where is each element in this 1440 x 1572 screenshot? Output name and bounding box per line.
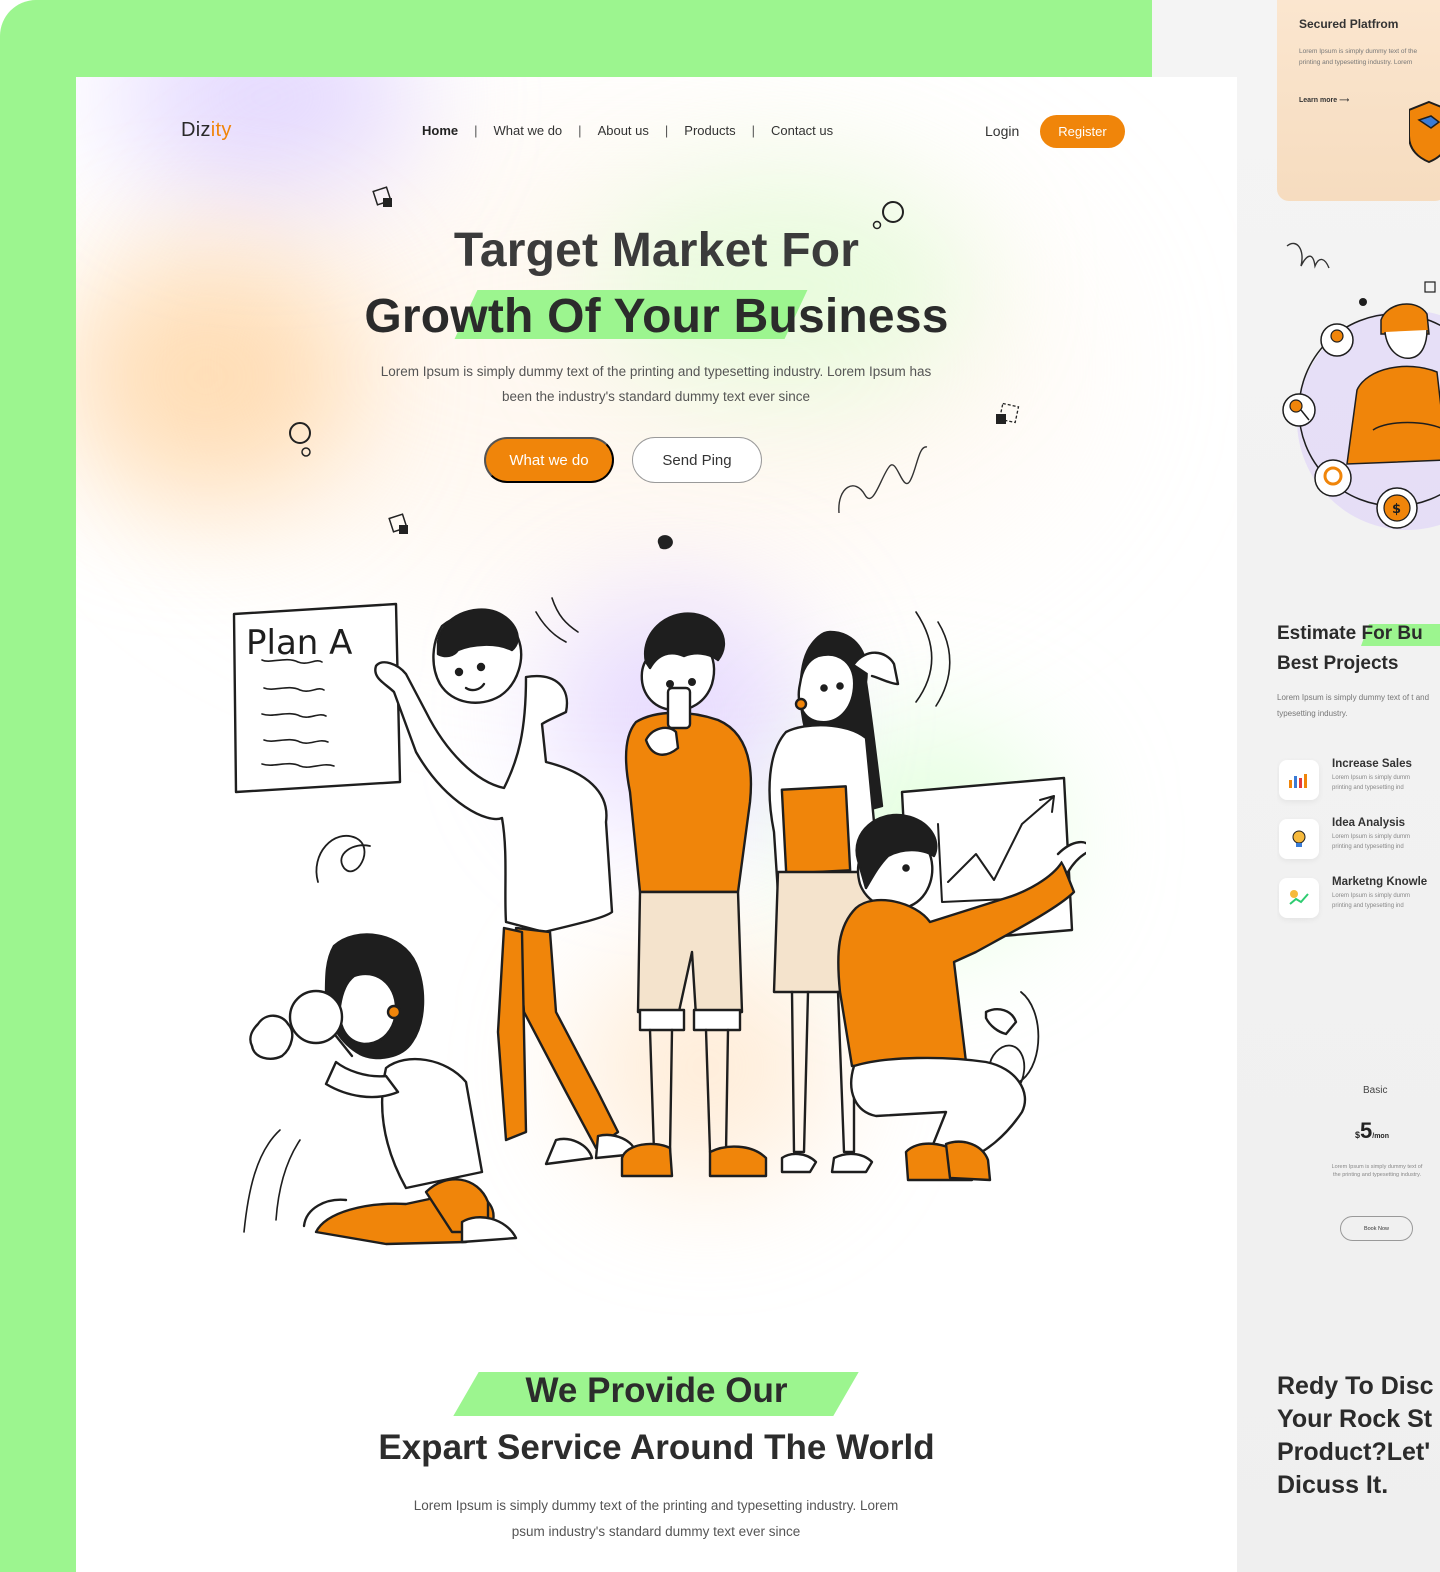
growth-icon: [1279, 878, 1319, 918]
secure-card-title: Secured Platfrom: [1299, 17, 1399, 31]
send-ping-button[interactable]: Send Ping: [632, 437, 762, 483]
cta-line3: Product?Let': [1277, 1438, 1431, 1466]
cta-line2: Your Rock St: [1277, 1405, 1433, 1433]
feature-item[interactable]: Increase Sales Lorem Ipsum is simply dum…: [1277, 758, 1440, 802]
lightbulb-icon: [1279, 819, 1319, 859]
feature-title: Increase Sales: [1332, 758, 1412, 770]
nav-item-products[interactable]: Products: [684, 123, 735, 138]
feature-desc: Lorem Ipsum is simply dumm printing and t…: [1332, 832, 1440, 852]
bar-chart-icon: [1279, 760, 1319, 800]
estimate-desc: Lorem Ipsum is simply dummy text of t an…: [1277, 693, 1430, 718]
nav-separator: |: [751, 123, 755, 138]
pricing-value: 5: [1360, 1118, 1373, 1143]
brand-logo[interactable]: Dizity: [181, 119, 232, 142]
whiteboard-text: Plan A: [246, 623, 352, 663]
circles-doodle-icon: [289, 422, 311, 457]
phone: [666, 686, 692, 730]
estimate-title-line1: Estimate For Bu: [1277, 623, 1423, 644]
hero-title-line1: Target Market For: [453, 224, 860, 277]
pricing-desc: Lorem Ipsum is simply dummy text of the …: [1331, 1164, 1423, 1178]
cta-line4: Dicuss It.: [1277, 1471, 1389, 1499]
hero-subtitle: Lorem Ipsum is simply dummy text of the …: [326, 359, 986, 409]
services-subtitle: Lorem Ipsum is simply dummy text of the …: [356, 1493, 956, 1545]
nav-item-contact-us[interactable]: Contact us: [771, 123, 833, 138]
hero-subtitle-line2: been the industry's standard dummy text …: [502, 389, 810, 404]
secure-card-desc: Lorem Ipsum is simply dummy text of the …: [1299, 48, 1418, 66]
pricing-amount: $5/mon: [1355, 1118, 1389, 1144]
arrow-right-icon: ⟶: [1339, 97, 1350, 104]
services-subtitle-line1: Lorem Ipsum is simply dummy text of the …: [413, 1498, 899, 1513]
squiggle-doodle-icon: [1286, 242, 1330, 269]
orbit-illustration: $: [1282, 281, 1440, 530]
hero-title-line2: Growth Of Your Business: [364, 290, 949, 343]
pricing-period: /mon: [1372, 1133, 1389, 1140]
feature-desc-line2: printing and typesetting ind: [1332, 844, 1404, 850]
book-now-button[interactable]: Book Now: [1340, 1216, 1413, 1241]
feature-desc-line2: printing and typesetting ind: [1332, 903, 1404, 909]
feature-desc-line2: printing and typesetting ind: [1332, 785, 1404, 791]
hero-subtitle-line1: Lorem Ipsum is simply dummy text of the …: [380, 364, 932, 379]
what-we-do-button[interactable]: What we do: [484, 437, 614, 483]
canvas: Dizity Home | What we do | About us | Pr…: [0, 0, 1440, 1572]
pricing-plan-name: Basic: [1363, 1085, 1388, 1096]
secured-platform-card: Secured Platfrom Lorem Ipsum is simply d…: [1277, 0, 1440, 201]
nav-separator: |: [664, 123, 669, 138]
feature-title: Idea Analysis: [1332, 817, 1406, 829]
brand-name-part2: ity: [210, 119, 232, 141]
feature-title: Marketng Knowle: [1332, 876, 1428, 888]
nav-separator: |: [578, 123, 582, 138]
learn-more-link[interactable]: Learn more ⟶: [1299, 96, 1349, 104]
nav-item-about-us[interactable]: About us: [598, 123, 649, 138]
square-doodle-icon: [996, 402, 1020, 424]
side-preview: Secured Platfrom Lorem Ipsum is simply d…: [1277, 0, 1440, 1572]
landing-page: Dizity Home | What we do | About us | Pr…: [76, 77, 1237, 1572]
learn-more-label: Learn more: [1299, 97, 1338, 104]
feature-desc-line1: Lorem Ipsum is simply dumm: [1332, 834, 1411, 840]
svg-text:$: $: [1392, 502, 1401, 517]
register-button[interactable]: Register: [1040, 115, 1125, 148]
feature-desc-line1: Lorem Ipsum is simply dumm: [1332, 775, 1411, 781]
feature-item[interactable]: Idea Analysis Lorem Ipsum is simply dumm…: [1277, 817, 1440, 861]
square-doodle-icon: [372, 186, 392, 207]
blob-doodle-icon: [657, 535, 673, 550]
login-link[interactable]: Login: [985, 123, 1019, 139]
feature-desc-line1: Lorem Ipsum is simply dumm: [1332, 893, 1411, 899]
main-nav: Home | What we do | About us | Products …: [422, 123, 833, 138]
nav-item-home[interactable]: Home: [422, 123, 458, 138]
square-doodle-icon: [388, 513, 408, 534]
cta-line1: Redy To Disc: [1277, 1372, 1434, 1400]
team-illustration: Plan A: [232, 597, 1086, 1246]
estimate-title-line2: Best Projects: [1277, 653, 1399, 674]
shield-icon: [1409, 100, 1440, 164]
squiggle-doodle-icon: [838, 446, 928, 514]
nav-item-what-we-do[interactable]: What we do: [494, 123, 563, 138]
nav-separator: |: [474, 123, 478, 138]
services-title-line1: We Provide Our: [525, 1371, 788, 1410]
clipboard: [780, 785, 852, 875]
feature-item[interactable]: Marketng Knowle Lorem Ipsum is simply du…: [1277, 876, 1440, 920]
cta-heading: Redy To Disc Your Rock St Product?Let' D…: [1277, 1370, 1434, 1502]
feature-desc: Lorem Ipsum is simply dumm printing and t…: [1332, 773, 1440, 793]
services-title-line2: Expart Service Around The World: [378, 1428, 935, 1467]
services-subtitle-line2: psum industry's standard dummy text ever…: [511, 1524, 801, 1539]
feature-desc: Lorem Ipsum is simply dumm printing and t…: [1332, 891, 1440, 911]
brand-name-part1: Diz: [181, 119, 211, 141]
